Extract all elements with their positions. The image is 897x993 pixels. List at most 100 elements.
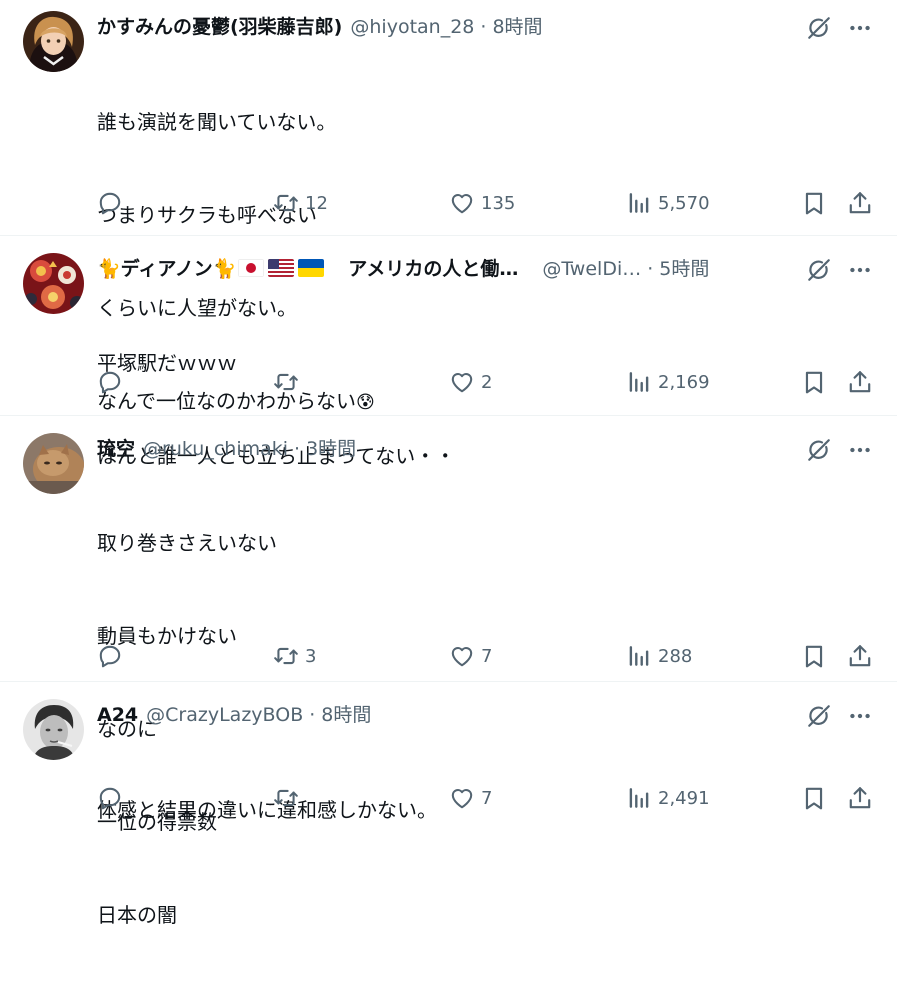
reply-header: A24 @CrazyLazyBOB · 8時間: [97, 702, 757, 728]
timestamp[interactable]: 5時間: [659, 256, 709, 282]
bookmark-button[interactable]: [801, 368, 827, 396]
reply-text: 体感と結果の違いに違和感しかない。: [97, 733, 437, 888]
text-line: 取り巻きさえいない: [97, 531, 277, 555]
view-count: 2,169: [658, 371, 710, 393]
views-icon: [626, 643, 652, 669]
reply-header: 🐈ディアノン🐈 アメリカの人と働… @TwelDi… · 5時間: [97, 256, 757, 282]
text-line: つまりサクラも呼べない: [97, 203, 317, 227]
separator: ·: [647, 258, 654, 280]
retweet-icon: [273, 369, 299, 395]
reply-button[interactable]: [97, 368, 129, 396]
share-icon: [847, 190, 873, 216]
text-line: 体感と結果の違いに違和感しかない。: [97, 798, 437, 822]
avatar[interactable]: [23, 699, 84, 760]
author-handle[interactable]: @CrazyLazyBOB: [146, 702, 303, 728]
author-name[interactable]: A24: [97, 702, 138, 728]
view-count: 2,491: [658, 787, 710, 809]
avatar[interactable]: [23, 433, 84, 494]
more-icon[interactable]: [846, 257, 874, 283]
bookmark-button[interactable]: [801, 784, 827, 812]
share-button[interactable]: [847, 642, 873, 670]
views-icon: [626, 369, 652, 395]
like-count: 7: [481, 645, 493, 667]
retweet-button[interactable]: [273, 368, 305, 396]
retweet-count: 3: [305, 645, 317, 667]
reply-button[interactable]: [97, 189, 129, 217]
like-count: 135: [481, 192, 516, 214]
like-button[interactable]: 7: [449, 784, 492, 812]
retweet-button[interactable]: 12: [273, 189, 328, 217]
us-flag-icon: [268, 259, 295, 277]
views-button[interactable]: 5,570: [626, 189, 710, 217]
views-button[interactable]: 288: [626, 642, 692, 670]
author-handle[interactable]: @TwelDi…: [542, 256, 641, 282]
author-name-suffix: アメリカの人と働…: [348, 258, 519, 280]
retweet-button[interactable]: 3: [273, 642, 316, 670]
share-button[interactable]: [847, 189, 873, 217]
view-count: 5,570: [658, 192, 710, 214]
like-count: 2: [481, 371, 493, 393]
reply-card[interactable]: 琉空 @ruku_chimaki · 3時間 取り巻きさえいない 動員もかけない…: [0, 416, 897, 927]
japan-flag-icon: [238, 259, 265, 277]
more-icon[interactable]: [846, 15, 874, 41]
like-button[interactable]: 2: [449, 368, 492, 396]
bookmark-button[interactable]: [801, 642, 827, 670]
text-line: 日本の闇: [97, 903, 177, 927]
timestamp[interactable]: 8時間: [321, 702, 371, 728]
reply-button[interactable]: [97, 642, 129, 670]
reply-icon: [97, 369, 123, 395]
bookmark-icon: [801, 190, 827, 216]
reply-header: 琉空 @ruku_chimaki · 3時間: [97, 436, 757, 462]
like-icon: [449, 785, 475, 811]
share-button[interactable]: [847, 784, 873, 812]
retweet-icon: [273, 190, 299, 216]
grok-icon[interactable]: [806, 15, 832, 41]
reply-button[interactable]: [97, 784, 129, 812]
avatar[interactable]: [23, 11, 84, 72]
views-icon: [626, 785, 652, 811]
reply-card[interactable]: かすみんの憂鬱(羽柴藤吉郎) @hiyotan_28 · 8時間 誰も演説を聞い…: [0, 0, 897, 413]
retweet-button[interactable]: [273, 784, 305, 812]
like-icon: [449, 190, 475, 216]
like-count: 7: [481, 787, 493, 809]
views-button[interactable]: 2,169: [626, 368, 710, 396]
grok-icon[interactable]: [806, 257, 832, 283]
reply-header: かすみんの憂鬱(羽柴藤吉郎) @hiyotan_28 · 8時間: [97, 14, 757, 40]
avatar[interactable]: [23, 253, 84, 314]
author-handle[interactable]: @hiyotan_28: [350, 14, 474, 40]
reply-icon: [97, 190, 123, 216]
reply-icon: [97, 785, 123, 811]
timestamp[interactable]: 8時間: [492, 14, 542, 40]
separator: ·: [480, 16, 487, 38]
retweet-icon: [273, 643, 299, 669]
more-icon[interactable]: [846, 437, 874, 463]
author-name[interactable]: 琉空: [97, 436, 135, 462]
reply-card[interactable]: 🐈ディアノン🐈 アメリカの人と働… @TwelDi… · 5時間 平塚駅だｗｗｗ …: [0, 236, 897, 468]
timestamp[interactable]: 3時間: [306, 436, 356, 462]
grok-icon[interactable]: [806, 703, 832, 729]
bookmark-button[interactable]: [801, 189, 827, 217]
retweet-count: 12: [305, 192, 328, 214]
separator: ·: [309, 704, 316, 726]
grok-icon[interactable]: [806, 437, 832, 463]
bookmark-icon: [801, 369, 827, 395]
separator: ·: [294, 438, 301, 460]
like-button[interactable]: 135: [449, 189, 515, 217]
reply-card[interactable]: A24 @CrazyLazyBOB · 8時間 体感と結果の違いに違和感しかない…: [0, 682, 897, 826]
ukraine-flag-icon: [298, 259, 325, 277]
bookmark-icon: [801, 643, 827, 669]
author-handle[interactable]: @ruku_chimaki: [143, 436, 288, 462]
views-button[interactable]: 2,491: [626, 784, 710, 812]
share-icon: [847, 369, 873, 395]
text-line: 誰も演説を聞いていない。: [97, 110, 337, 134]
like-icon: [449, 643, 475, 669]
bookmark-icon: [801, 785, 827, 811]
views-icon: [626, 190, 652, 216]
author-name-prefix: 🐈ディアノン🐈: [97, 258, 237, 280]
more-icon[interactable]: [846, 703, 874, 729]
share-button[interactable]: [847, 368, 873, 396]
author-name[interactable]: 🐈ディアノン🐈 アメリカの人と働…: [97, 256, 518, 282]
author-name[interactable]: かすみんの憂鬱(羽柴藤吉郎): [97, 14, 342, 40]
like-button[interactable]: 7: [449, 642, 492, 670]
retweet-icon: [273, 785, 299, 811]
